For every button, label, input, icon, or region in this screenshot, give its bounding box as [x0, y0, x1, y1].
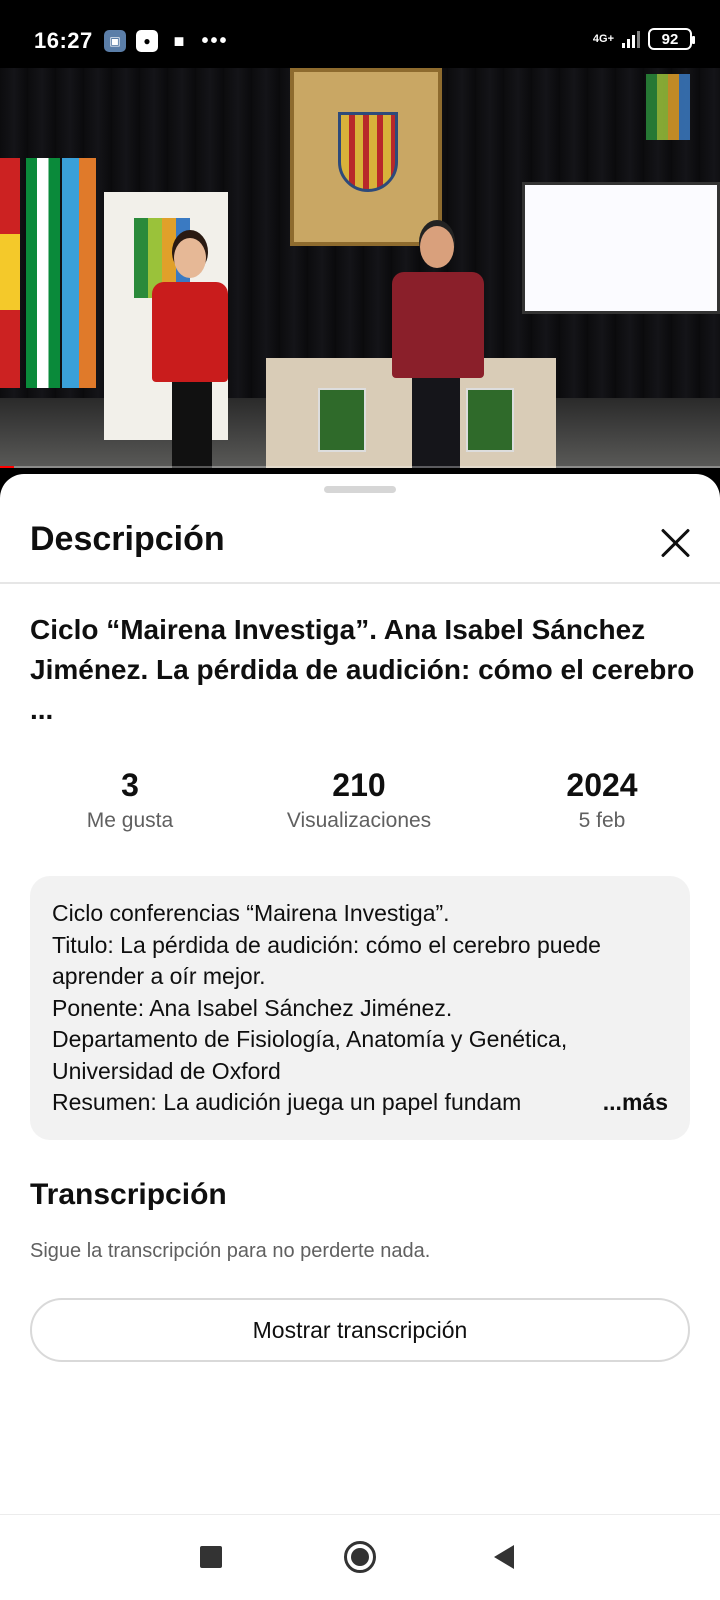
likes-label: Me gusta [86, 809, 174, 832]
video-stats: 3 Me gusta 210 Visualizaciones 2024 5 fe… [30, 766, 690, 846]
recent-apps-icon[interactable] [200, 1546, 222, 1568]
description-line: aprender a oír mejor. [52, 963, 266, 989]
poster [318, 388, 366, 452]
flag-spain [0, 158, 20, 388]
coat-of-arms [338, 112, 398, 192]
home-icon[interactable] [344, 1541, 376, 1573]
publish-year: 2024 [566, 767, 638, 803]
likes-stat: 3 Me gusta [70, 766, 190, 838]
transcript-title: Transcripción [30, 1178, 227, 1211]
description-last-line: Resumen: La audición juega un papel fund… [52, 1087, 668, 1119]
battery-icon: 92 [648, 28, 695, 50]
close-icon[interactable] [658, 524, 694, 560]
speaker-woman [152, 238, 232, 468]
description-line: Ponente: Ana Isabel Sánchez Jiménez. [52, 994, 453, 1021]
notification-icons: ▣ ● ■ ••• [104, 30, 230, 52]
figure-legs [172, 382, 212, 468]
likes-count: 3 [121, 767, 139, 803]
drag-handle[interactable] [324, 486, 396, 493]
figure-legs [412, 378, 460, 468]
flag-municipal [62, 158, 96, 388]
description-line: Titulo: La pérdida de audición: cómo el … [52, 931, 601, 958]
more-icon: ••• [201, 30, 229, 52]
video-progress-bar[interactable] [0, 466, 720, 468]
description-sheet: Descripción Ciclo “Mairena Investiga”. A… [0, 474, 720, 1514]
battery-level: 92 [661, 30, 679, 48]
figure-body [392, 272, 484, 378]
figure-body [152, 282, 228, 382]
status-bar: 16:27 ▣ ● ■ ••• 4G+ 92 [0, 0, 720, 68]
channel-watermark [646, 74, 690, 140]
description-line: Universidad de Oxford [52, 1057, 281, 1084]
description-line: Departamento de Fisiología, Anatomía y G… [52, 1026, 568, 1052]
publish-date: 5 feb [578, 809, 626, 832]
show-more-link[interactable]: ...más [596, 1087, 668, 1119]
figure-head [174, 238, 206, 278]
media-icon: ● [136, 30, 158, 52]
transcript-subtitle: Sigue la transcripción para no perderte … [30, 1240, 431, 1262]
speaker-man [386, 226, 486, 468]
video-player[interactable] [0, 68, 720, 468]
gamepad-icon: ■ [173, 30, 185, 51]
network-type: 4G+ [592, 33, 614, 45]
navigation-bar [0, 1514, 720, 1600]
views-label: Visualizaciones [286, 809, 432, 832]
video-progress-fill [0, 466, 15, 468]
system-icons: 4G+ 92 [592, 28, 695, 50]
video-title: Ciclo “Mairena Investiga”. Ana Isabel Sá… [30, 614, 695, 725]
sheet-title: Descripción [30, 520, 225, 558]
sheet-header: Descripción [0, 502, 720, 584]
back-icon[interactable] [494, 1545, 514, 1569]
views-count: 210 [332, 767, 386, 803]
views-stat: 210 Visualizaciones [254, 766, 464, 838]
flag-andalucia [26, 158, 60, 388]
gallery-icon: ▣ [104, 30, 126, 52]
status-time: 16:27 [34, 28, 93, 53]
description-box[interactable]: Ciclo conferencias “Mairena Investiga”. … [30, 876, 690, 1140]
text-fade [518, 1087, 578, 1118]
description-line: Resumen: La audición juega un papel fund… [52, 1089, 522, 1115]
projection-screen [522, 182, 720, 314]
date-stat: 2024 5 feb [532, 766, 672, 838]
tapestry [290, 68, 442, 246]
signal-icon [622, 30, 640, 48]
figure-head [420, 226, 454, 268]
show-transcript-button[interactable]: Mostrar transcripción [30, 1298, 690, 1362]
description-line: Ciclo conferencias “Mairena Investiga”. [52, 900, 450, 926]
